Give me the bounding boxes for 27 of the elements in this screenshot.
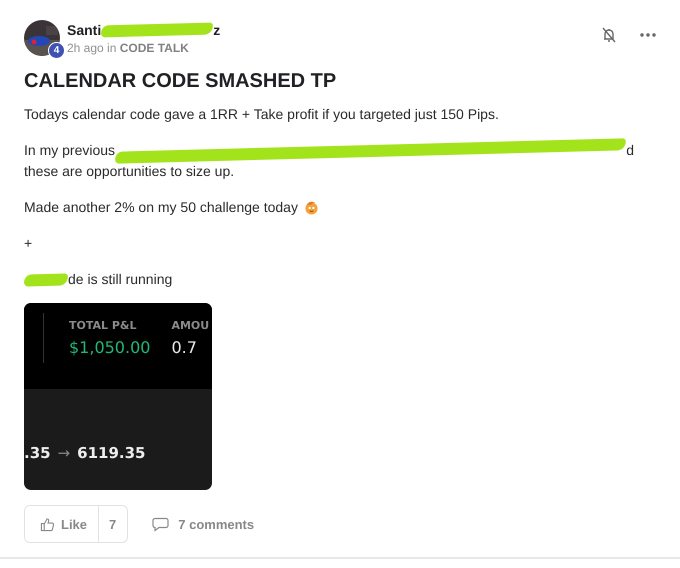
post-meta: 2h ago in CODE TALK xyxy=(67,40,190,54)
column-label: TOTAL P&L xyxy=(69,319,138,332)
column-label: AMOU xyxy=(171,319,210,332)
comment-icon xyxy=(152,516,170,532)
smiley-icon xyxy=(304,200,319,215)
price-value: .35 xyxy=(24,444,51,462)
thumbs-up-icon xyxy=(40,516,55,532)
redaction-mark xyxy=(24,272,68,286)
post-text: Todays calendar code gave a 1RR + Take profit if you targeted just 150 Pips. xyxy=(24,105,499,124)
price-value: 6119.35 xyxy=(77,444,146,462)
post-text: d xyxy=(626,141,634,160)
post-text: de is still running xyxy=(68,270,172,289)
post-title: CALENDAR CODE SMASHED TP xyxy=(24,70,338,93)
post-text: In my previous xyxy=(24,141,116,160)
author-name: Santi xyxy=(67,22,102,38)
bell-off-icon[interactable] xyxy=(600,26,618,44)
level-badge: 4 xyxy=(48,42,65,59)
author-name: z xyxy=(213,22,220,38)
post-text: Made another 2% on my 50 challenge today xyxy=(24,198,298,217)
like-count: 7 xyxy=(98,506,128,542)
total-value: $1,050.00 xyxy=(69,338,150,357)
arrow-text: → xyxy=(58,444,70,462)
more-icon[interactable] xyxy=(640,32,656,38)
post-text: + xyxy=(24,234,32,253)
post-text: these are opportunities to size up. xyxy=(24,162,234,181)
amount-value: 0.7 xyxy=(171,338,198,357)
comments-button[interactable]: 7 comments xyxy=(152,516,254,532)
